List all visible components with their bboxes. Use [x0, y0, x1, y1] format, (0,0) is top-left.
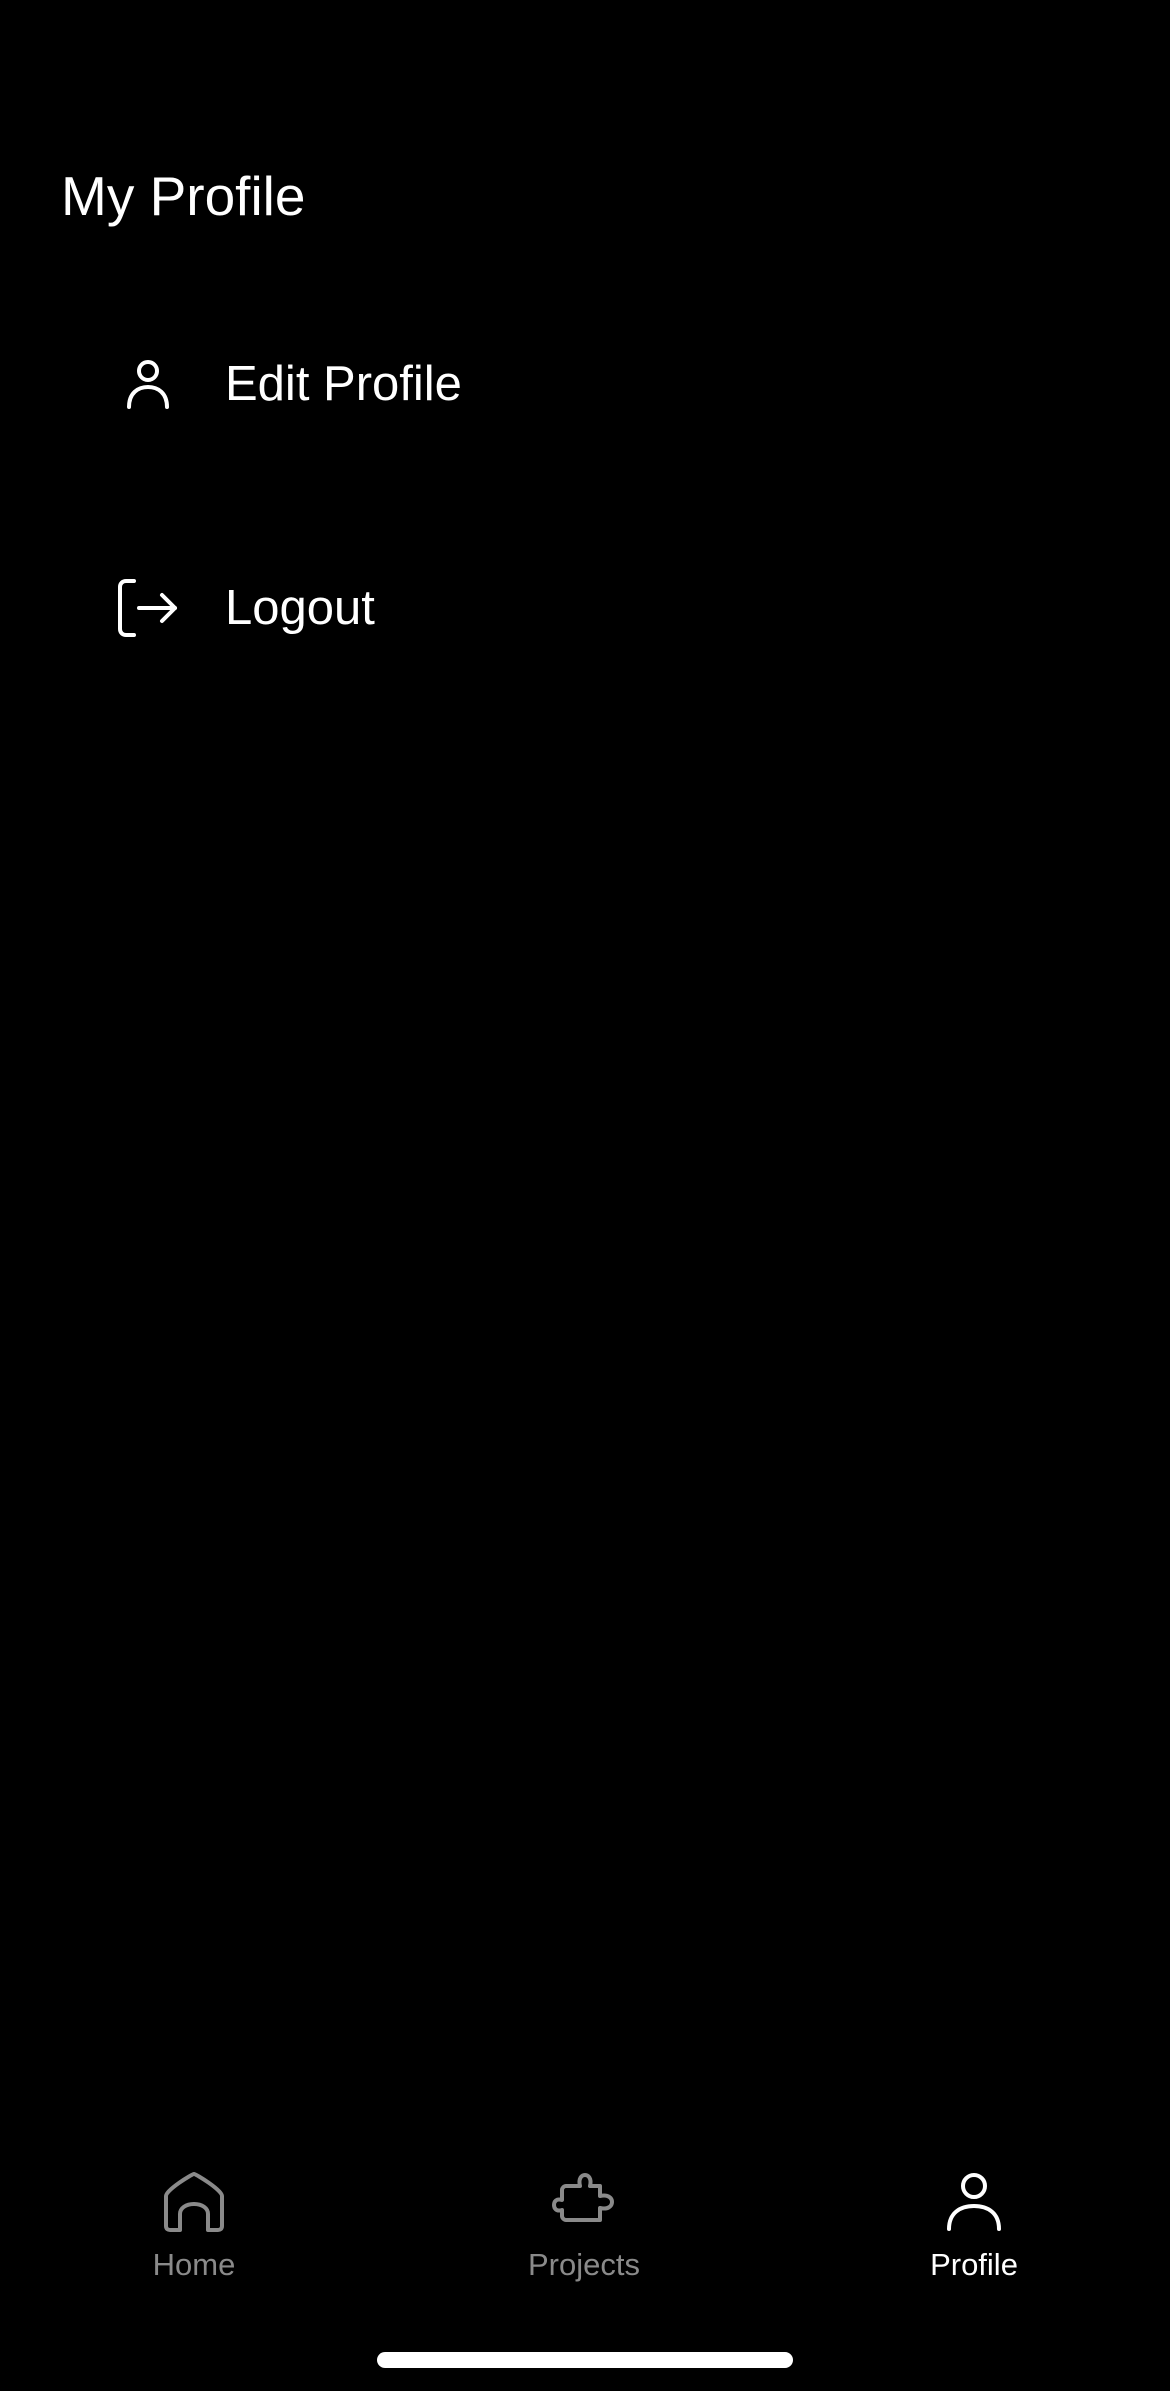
edit-profile-item[interactable]: Edit Profile: [112, 339, 462, 429]
page-title: My Profile: [61, 165, 306, 227]
logout-item[interactable]: Logout: [112, 563, 375, 653]
user-icon: [938, 2166, 1010, 2238]
bottom-tab-bar: Home Projects Profile: [0, 2150, 1170, 2300]
tab-projects-label: Projects: [528, 2247, 640, 2282]
tab-projects[interactable]: Projects: [454, 2150, 714, 2300]
puzzle-icon: [548, 2166, 620, 2238]
user-icon: [112, 348, 184, 420]
tab-profile-label: Profile: [930, 2247, 1018, 2282]
tab-profile[interactable]: Profile: [844, 2150, 1104, 2300]
home-indicator[interactable]: [377, 2352, 793, 2368]
logout-label: Logout: [225, 581, 375, 635]
edit-profile-label: Edit Profile: [225, 357, 462, 411]
tab-home-label: Home: [152, 2247, 236, 2282]
logout-icon: [112, 572, 184, 644]
tab-home[interactable]: Home: [64, 2150, 324, 2300]
home-icon: [158, 2166, 230, 2238]
